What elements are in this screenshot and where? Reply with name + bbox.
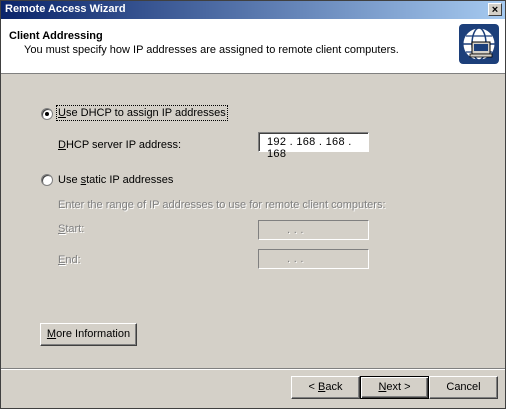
range-description: Enter the range of IP addresses to use f… <box>58 199 386 211</box>
page-title: Client Addressing <box>9 30 103 42</box>
dhcp-server-label: DHCP server IP address: <box>58 139 182 151</box>
static-radio[interactable] <box>41 174 53 186</box>
wizard-header: Client Addressing You must specify how I… <box>1 19 505 74</box>
next-button[interactable]: Next > <box>360 376 429 399</box>
end-label: End: <box>58 254 81 266</box>
wizard-window: Remote Access Wizard × Client Addressing… <box>0 0 506 409</box>
window-title: Remote Access Wizard <box>5 3 126 15</box>
dhcp-radio[interactable] <box>41 108 53 120</box>
back-button[interactable]: < Back <box>291 376 360 399</box>
dhcp-radio-label[interactable]: Use DHCP to assign IP addresses <box>56 105 228 121</box>
title-bar[interactable]: Remote Access Wizard × <box>1 1 505 19</box>
end-ip-value: . . . <box>287 253 304 265</box>
cancel-button[interactable]: Cancel <box>429 376 498 399</box>
close-icon[interactable]: × <box>488 3 502 16</box>
dhcp-server-ip-value[interactable]: 192 . 168 . 168 . 168 <box>267 136 368 160</box>
dhcp-server-ip-field[interactable]: 192 . 168 . 168 . 168 <box>258 132 369 160</box>
start-ip-value: . . . <box>287 224 304 236</box>
start-ip-field[interactable]: . . . <box>258 220 369 240</box>
static-radio-label[interactable]: Use static IP addresses <box>58 174 173 186</box>
start-label: Start: <box>58 223 85 235</box>
more-information-button[interactable]: More Information <box>40 323 137 346</box>
end-ip-field[interactable]: . . . <box>258 249 369 269</box>
footer-divider <box>1 368 505 370</box>
network-globe-icon <box>459 24 499 64</box>
radio-dot <box>45 112 49 116</box>
page-subtitle: You must specify how IP addresses are as… <box>24 44 399 56</box>
